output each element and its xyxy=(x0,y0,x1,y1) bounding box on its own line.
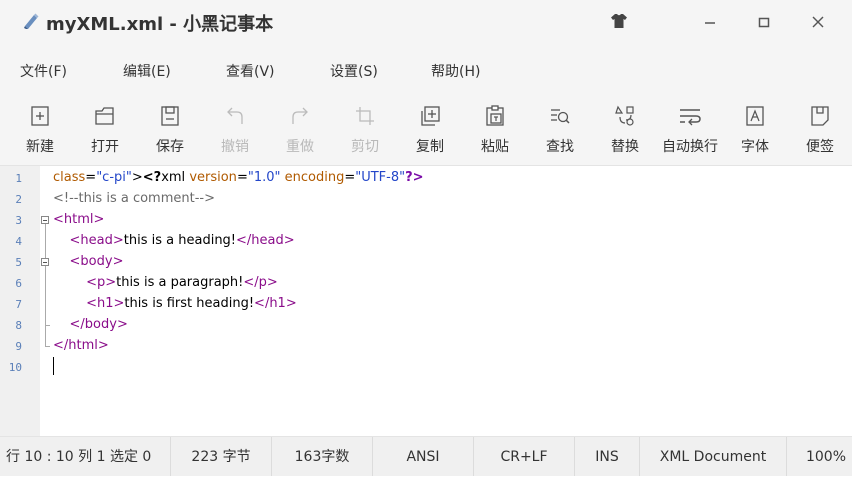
line-number: 5 xyxy=(15,256,22,269)
replace-icon xyxy=(615,105,634,126)
status-bar: 行 10 : 10 列 1 选定 0 223 字节 163字数 ANSI CR+… xyxy=(0,436,852,476)
maximize-button[interactable] xyxy=(744,8,784,36)
redo-label: 重做 xyxy=(286,139,314,155)
menu-file[interactable]: 文件(F) xyxy=(20,61,67,81)
font-icon xyxy=(746,106,764,126)
redo-icon xyxy=(292,107,308,124)
editor-area[interactable]: 1 2 3 4 5 6 7 8 9 10 class="c-pi"><?xml … xyxy=(0,166,852,436)
find-icon xyxy=(551,109,570,124)
status-line-ending[interactable]: CR+LF xyxy=(474,437,574,476)
code-line-3: <html> xyxy=(53,212,105,227)
line-number: 3 xyxy=(15,214,22,227)
copy-icon xyxy=(421,106,440,126)
line-number: 6 xyxy=(15,277,22,290)
code-line-5: <body> xyxy=(69,254,124,269)
save-label: 保存 xyxy=(156,139,184,155)
sticky-note-icon xyxy=(811,106,829,126)
cut-label: 剪切 xyxy=(351,139,379,155)
new-button[interactable]: 新建 xyxy=(8,100,72,160)
status-byte-count: 223 字节 xyxy=(191,449,251,465)
word-wrap-button[interactable]: 自动换行 xyxy=(658,100,722,160)
code-line-7: <h1>this is first heading!</h1> xyxy=(86,296,297,311)
code-line-9: </html> xyxy=(53,338,109,353)
sticky-note-button[interactable]: 便签 xyxy=(788,100,852,160)
tshirt-skin-icon[interactable] xyxy=(608,10,630,32)
word-wrap-label: 自动换行 xyxy=(662,139,718,155)
close-button[interactable] xyxy=(798,8,838,36)
notepad-app-icon xyxy=(22,12,40,30)
cut-button[interactable]: 剪切 xyxy=(333,100,397,160)
open-label: 打开 xyxy=(91,139,119,155)
cut-icon xyxy=(356,107,374,125)
menu-view[interactable]: 查看(V) xyxy=(226,61,275,81)
minimize-button[interactable] xyxy=(690,8,730,36)
fold-toggle-html[interactable] xyxy=(41,216,49,224)
title-bar: myXML.xml - 小黑记事本 xyxy=(0,0,852,44)
window-title: myXML.xml - 小黑记事本 xyxy=(46,14,274,35)
sticky-note-label: 便签 xyxy=(806,139,834,155)
fold-toggle-body[interactable] xyxy=(41,258,49,266)
save-icon xyxy=(161,106,179,126)
fold-guide xyxy=(45,224,46,346)
status-insert-mode[interactable]: INS xyxy=(575,437,639,476)
copy-button[interactable]: 复制 xyxy=(398,100,462,160)
find-button[interactable]: 查找 xyxy=(528,100,592,160)
line-number: 9 xyxy=(15,340,22,353)
line-number: 8 xyxy=(15,319,22,332)
font-button[interactable]: 字体 xyxy=(723,100,787,160)
replace-button[interactable]: 替换 xyxy=(593,100,657,160)
line-number: 1 xyxy=(15,172,22,185)
save-button[interactable]: 保存 xyxy=(138,100,202,160)
replace-label: 替换 xyxy=(611,139,639,155)
status-char-count: 163字数 xyxy=(294,449,350,465)
paste-label: 粘贴 xyxy=(481,139,509,155)
undo-button[interactable]: 撤销 xyxy=(203,100,267,160)
paste-button[interactable]: 粘贴 xyxy=(463,100,527,160)
code-line-8: </body> xyxy=(69,317,128,332)
text-caret xyxy=(53,357,54,375)
open-folder-icon xyxy=(95,107,114,125)
status-zoom[interactable]: 100% xyxy=(787,437,852,476)
fold-end-body xyxy=(45,325,50,326)
menu-help[interactable]: 帮助(H) xyxy=(431,61,480,81)
line-number: 10 xyxy=(8,361,22,374)
font-label: 字体 xyxy=(741,139,769,155)
status-encoding[interactable]: ANSI xyxy=(373,437,473,476)
status-document-type[interactable]: XML Document xyxy=(640,437,786,476)
find-label: 查找 xyxy=(546,139,574,155)
line-number-gutter: 1 2 3 4 5 6 7 8 9 10 xyxy=(0,166,40,436)
word-wrap-icon xyxy=(680,109,701,126)
code-line-4: <head>this is a heading!</head> xyxy=(69,233,295,248)
code-line-1: class="c-pi"><?xml version="1.0" encodin… xyxy=(53,170,424,185)
minimize-icon xyxy=(705,22,715,24)
redo-button[interactable]: 重做 xyxy=(268,100,332,160)
copy-label: 复制 xyxy=(416,139,444,155)
status-cursor-position: 行 10 : 10 列 1 选定 0 xyxy=(6,449,152,465)
new-label: 新建 xyxy=(26,139,54,155)
undo-label: 撤销 xyxy=(221,139,249,155)
code-line-6: <p>this is a paragraph!</p> xyxy=(86,275,278,290)
undo-icon xyxy=(227,107,243,124)
menu-settings[interactable]: 设置(S) xyxy=(330,61,378,81)
open-button[interactable]: 打开 xyxy=(73,100,137,160)
paste-icon xyxy=(486,105,504,126)
close-icon xyxy=(812,16,824,28)
code-line-2: <!--this is a comment--> xyxy=(53,191,215,206)
maximize-icon xyxy=(758,17,770,28)
menu-bar: 文件(F) 编辑(E) 查看(V) 设置(S) 帮助(H) xyxy=(0,44,852,94)
line-number: 2 xyxy=(15,193,22,206)
menu-edit[interactable]: 编辑(E) xyxy=(123,61,171,81)
new-file-icon xyxy=(31,106,49,126)
toolbar: 新建 打开 保存 撤销 重做 剪切 复制 粘贴 查找 替换 自动换行 字体 便签 xyxy=(0,94,852,166)
line-number: 4 xyxy=(15,235,22,248)
line-number: 7 xyxy=(15,298,22,311)
fold-end-html xyxy=(45,346,50,347)
